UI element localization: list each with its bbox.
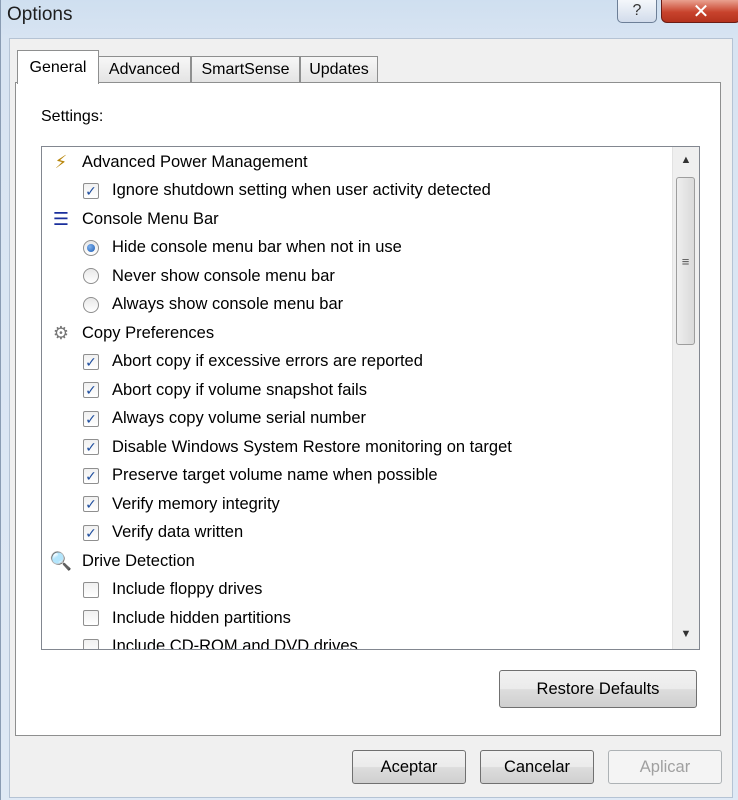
option-label[interactable]: Disable Windows System Restore monitorin… [112,438,512,457]
cancel-button[interactable]: Cancelar [480,750,594,784]
option-label[interactable]: Include floppy drives [112,580,262,599]
checkbox[interactable] [83,524,99,541]
checkbox-option-row[interactable]: Include hidden partitions [42,604,672,632]
category-label: Advanced Power Management [82,152,308,171]
restore-defaults-button[interactable]: Restore Defaults [499,670,697,708]
help-button[interactable]: ? [617,0,657,23]
accept-button[interactable]: Aceptar [352,750,466,784]
option-label[interactable]: Never show console menu bar [112,267,335,286]
tab-advanced[interactable]: Advanced [98,56,191,82]
checkbox-option-row[interactable]: Abort copy if volume snapshot fails [42,376,672,404]
scroll-down-icon[interactable]: ▼ [673,623,699,645]
category-row: ⚙ Copy Preferences [42,319,672,347]
checkbox-option-row[interactable]: Include CD-ROM and DVD drives [42,633,672,649]
checkbox[interactable] [83,496,99,512]
gear-icon: ⚙ [52,322,70,343]
checkbox[interactable] [83,467,99,484]
radio-option-row[interactable]: Always show console menu bar [42,291,672,319]
category-label: Console Menu Bar [82,209,219,228]
tab-general[interactable]: General [17,50,99,84]
checkbox-option-row[interactable]: Abort copy if excessive errors are repor… [42,348,672,376]
radio-button[interactable] [83,296,99,313]
checkbox[interactable] [83,581,99,598]
checkbox[interactable] [83,353,99,370]
category-label: Drive Detection [82,551,195,570]
option-label[interactable]: Include hidden partitions [112,609,291,628]
radio-option-row[interactable]: Hide console menu bar when not in use [42,234,672,262]
category-row: ⚡ Advanced Power Management [42,148,672,176]
checkbox-option-row[interactable]: Verify data written [42,519,672,547]
option-label[interactable]: Preserve target volume name when possibl… [112,466,438,485]
option-label[interactable]: Abort copy if excessive errors are repor… [112,352,423,371]
scroll-up-icon[interactable]: ▲ [673,149,699,171]
scrollbar-thumb[interactable]: ≡ [676,177,695,345]
radio-button[interactable] [83,268,99,284]
tab-updates[interactable]: Updates [300,56,378,82]
checkbox-option-row[interactable]: Preserve target volume name when possibl… [42,462,672,490]
checkbox[interactable] [83,182,99,199]
tab-smartsense[interactable]: SmartSense [191,56,300,82]
magnifier-icon: 🔍 [49,550,73,571]
checkbox[interactable] [83,382,99,398]
option-label[interactable]: Hide console menu bar when not in use [112,238,402,257]
close-icon: ✕ [692,0,710,23]
option-label[interactable]: Always show console menu bar [112,295,343,314]
checkbox-option-row[interactable]: Ignore shutdown setting when user activi… [42,177,672,205]
radio-option-row[interactable]: Never show console menu bar [42,262,672,290]
grip-icon: ≡ [681,253,690,269]
vertical-scrollbar[interactable]: ▲ ≡ ▼ [672,147,699,649]
radio-button[interactable] [83,239,99,256]
checkbox[interactable] [83,439,99,455]
power-management-icon: ⚡ [54,151,68,172]
menu-bar-icon: ☰ [52,208,70,229]
checkbox[interactable] [83,410,99,427]
apply-button: Aplicar [608,750,722,784]
category-row: 🔍 Drive Detection [42,547,672,575]
option-label[interactable]: Abort copy if volume snapshot fails [112,381,367,400]
checkbox[interactable] [83,638,99,649]
category-row: ☰ Console Menu Bar [42,205,672,233]
checkbox-option-row[interactable]: Verify memory integrity [42,490,672,518]
window-title: Options [7,4,73,25]
close-button[interactable]: ✕ [661,0,738,23]
category-label: Copy Preferences [82,323,215,342]
help-icon: ? [632,2,642,19]
option-label[interactable]: Ignore shutdown setting when user activi… [112,181,491,200]
settings-label: Settings: [41,108,104,125]
settings-list[interactable]: ⚡ Advanced Power Management Ignore shutdow… [41,146,700,650]
option-label[interactable]: Verify data written [112,523,243,542]
checkbox[interactable] [83,610,99,626]
checkbox-option-row[interactable]: Always copy volume serial number [42,405,672,433]
option-label[interactable]: Verify memory integrity [112,495,280,514]
checkbox-option-row[interactable]: Disable Windows System Restore monitorin… [42,433,672,461]
option-label[interactable]: Include CD-ROM and DVD drives [112,637,358,649]
option-label[interactable]: Always copy volume serial number [112,409,366,428]
checkbox-option-row[interactable]: Include floppy drives [42,576,672,604]
options-dialog: Options ? ✕ General Advanced SmartSense … [0,0,738,800]
